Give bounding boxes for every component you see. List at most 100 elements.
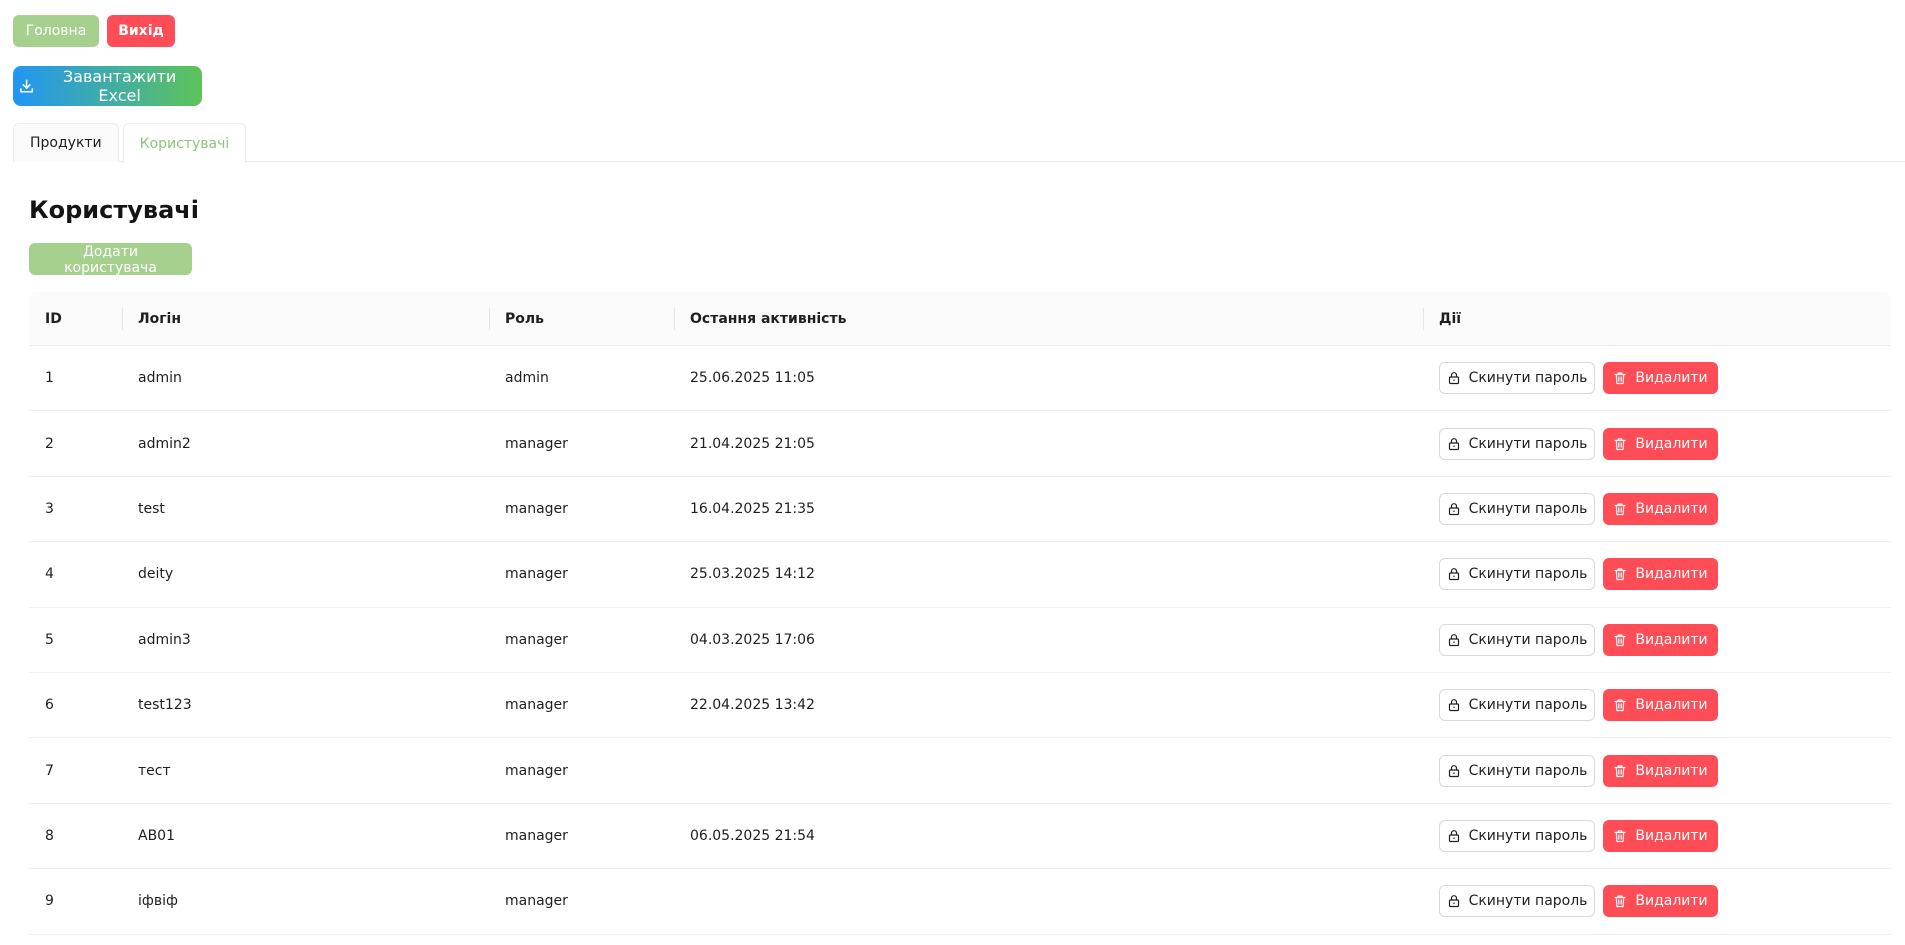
reset-password-button[interactable]: Скинути пароль xyxy=(1439,492,1595,525)
reset-password-button[interactable]: Скинути пароль xyxy=(1439,427,1595,460)
delete-button[interactable]: Видалити xyxy=(1603,362,1718,395)
tab-users[interactable]: Користувачі xyxy=(122,123,247,163)
delete-button[interactable]: Видалити xyxy=(1603,558,1718,591)
reset-password-button[interactable]: Скинути пароль xyxy=(1439,362,1595,395)
delete-button[interactable]: Видалити xyxy=(1603,492,1718,525)
cell-id: 8 xyxy=(45,827,54,844)
cell-login: deity xyxy=(138,566,174,583)
add-user-button[interactable]: Додати користувача xyxy=(29,243,192,276)
users-table: ID Логін Роль Остання активність Дії 1 ad… xyxy=(29,292,1891,935)
cell-activity xyxy=(674,738,1423,802)
delete-button[interactable]: Видалити xyxy=(1603,754,1718,787)
row-actions: Скинути пароль Видалити xyxy=(1439,492,1718,525)
cell-activity: 04.03.2025 17:06 xyxy=(690,631,815,648)
home-button[interactable]: Головна xyxy=(13,15,99,47)
reset-password-label: Скинути пароль xyxy=(1468,893,1588,910)
cell-login: test123 xyxy=(138,697,192,714)
cell-activity: 21.04.2025 21:05 xyxy=(690,435,815,452)
cell-activity: 25.03.2025 14:12 xyxy=(690,566,815,583)
delete-button[interactable]: Видалити xyxy=(1603,689,1718,722)
trash-icon xyxy=(1613,829,1627,843)
table-row: 1 admin admin 25.06.2025 11:05 Скинути парол… xyxy=(29,346,1891,412)
delete-label: Видалити xyxy=(1635,827,1708,844)
row-actions: Скинути пароль Видалити xyxy=(1439,623,1718,656)
delete-label: Видалити xyxy=(1635,370,1708,387)
cell-role: manager xyxy=(505,566,568,583)
reset-password-label: Скинути пароль xyxy=(1468,697,1588,714)
cell-role: manager xyxy=(505,893,568,910)
delete-button[interactable]: Видалити xyxy=(1603,819,1718,852)
row-actions: Скинути пароль Видалити xyxy=(1439,558,1718,591)
delete-button[interactable]: Видалити xyxy=(1603,623,1718,656)
cell-id: 1 xyxy=(45,370,54,387)
tab-products[interactable]: Продукти xyxy=(13,123,119,162)
cell-actions: Скинути пароль Видалити xyxy=(1423,477,1891,541)
table-row: 9 іфвіф manager Скинути пароль Видалити xyxy=(29,869,1891,935)
reset-password-button[interactable]: Скинути пароль xyxy=(1439,885,1595,918)
reset-password-button[interactable]: Скинути пароль xyxy=(1439,623,1595,656)
trash-icon xyxy=(1613,371,1627,385)
cell-actions: Скинути пароль Видалити xyxy=(1423,608,1891,672)
reset-password-button[interactable]: Скинути пароль xyxy=(1439,689,1595,722)
delete-label: Видалити xyxy=(1635,631,1708,648)
row-actions: Скинути пароль Видалити xyxy=(1439,362,1718,395)
cell-id: 9 xyxy=(45,893,54,910)
lock-icon xyxy=(1447,371,1461,385)
table-row: 8 AB01 manager 06.05.2025 21:54 Скинути паро… xyxy=(29,804,1891,870)
exit-button[interactable]: Вихід xyxy=(107,15,175,47)
lock-icon xyxy=(1447,567,1461,581)
cell-id: 4 xyxy=(45,566,54,583)
delete-label: Видалити xyxy=(1635,500,1708,517)
download-excel-button[interactable]: Завантажити Excel xyxy=(13,66,202,106)
table-row: 7 тест manager Скинути пароль Видалити xyxy=(29,738,1891,804)
reset-password-button[interactable]: Скинути пароль xyxy=(1439,754,1595,787)
cell-activity: 16.04.2025 21:35 xyxy=(690,500,815,517)
trash-icon xyxy=(1613,698,1627,712)
cell-id: 2 xyxy=(45,435,54,452)
row-actions: Скинути пароль Видалити xyxy=(1439,427,1718,460)
cell-actions: Скинути пароль Видалити xyxy=(1423,411,1891,475)
delete-label: Видалити xyxy=(1635,893,1708,910)
row-actions: Скинути пароль Видалити xyxy=(1439,689,1718,722)
download-icon xyxy=(20,79,34,93)
cell-actions: Скинути пароль Видалити xyxy=(1423,804,1891,868)
column-header-id: ID xyxy=(45,310,62,327)
cell-role: manager xyxy=(505,827,568,844)
lock-icon xyxy=(1447,894,1461,908)
column-header-role: Роль xyxy=(489,292,674,345)
top-bar: Головна Вихід xyxy=(13,15,175,47)
cell-activity xyxy=(674,869,1423,933)
lock-icon xyxy=(1447,829,1461,843)
cell-role: manager xyxy=(505,500,568,517)
reset-password-label: Скинути пароль xyxy=(1468,370,1588,387)
reset-password-label: Скинути пароль xyxy=(1468,500,1588,517)
column-header-actions: Дії xyxy=(1423,292,1891,345)
reset-password-label: Скинути пароль xyxy=(1468,762,1588,779)
reset-password-label: Скинути пароль xyxy=(1468,566,1588,583)
tab-products-label: Продукти xyxy=(30,135,102,151)
lock-icon xyxy=(1447,502,1461,516)
column-header-login: Логін xyxy=(122,292,489,345)
tab-bar: Продукти Користувачі xyxy=(13,123,1905,163)
table-header: ID Логін Роль Остання активність Дії xyxy=(29,292,1891,346)
trash-icon xyxy=(1613,633,1627,647)
cell-actions: Скинути пароль Видалити xyxy=(1423,542,1891,606)
reset-password-button[interactable]: Скинути пароль xyxy=(1439,558,1595,591)
table-row: 6 test123 manager 22.04.2025 13:42 Скинути п… xyxy=(29,673,1891,739)
table-row: 4 deity manager 25.03.2025 14:12 Скинути пар… xyxy=(29,542,1891,608)
cell-activity: 22.04.2025 13:42 xyxy=(690,697,815,714)
delete-label: Видалити xyxy=(1635,762,1708,779)
cell-login: admin3 xyxy=(138,631,191,648)
cell-login: admin xyxy=(138,370,182,387)
cell-id: 7 xyxy=(45,762,54,779)
trash-icon xyxy=(1613,437,1627,451)
download-excel-label: Завантажити Excel xyxy=(62,67,177,105)
delete-button[interactable]: Видалити xyxy=(1603,885,1718,918)
delete-button[interactable]: Видалити xyxy=(1603,427,1718,460)
reset-password-label: Скинути пароль xyxy=(1468,435,1588,452)
column-header-activity: Остання активність xyxy=(674,292,1423,345)
cell-login: test xyxy=(138,500,165,517)
cell-id: 6 xyxy=(45,697,54,714)
trash-icon xyxy=(1613,764,1627,778)
reset-password-button[interactable]: Скинути пароль xyxy=(1439,819,1595,852)
